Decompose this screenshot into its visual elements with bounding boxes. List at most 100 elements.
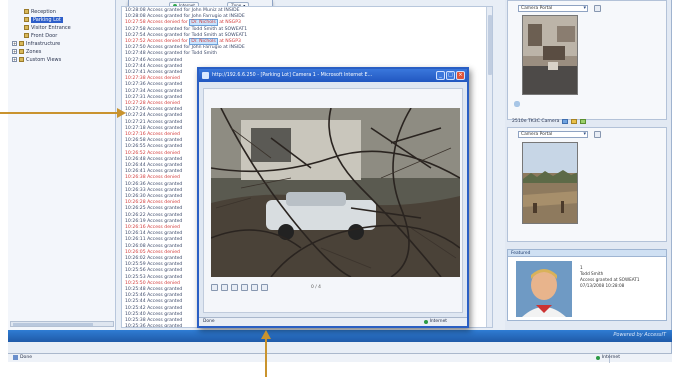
scrollbar-thumb[interactable] <box>488 15 492 75</box>
log-row[interactable]: 10:25:36 Access granted <box>125 324 182 327</box>
log-row[interactable]: 10:26:48 Access granted <box>125 157 182 163</box>
log-row[interactable]: 10:26:19 Access granted <box>125 219 182 225</box>
log-row[interactable]: 10:26:55 Access granted <box>125 144 182 150</box>
log-row[interactable]: 10:25:46 Access granted <box>125 293 182 299</box>
log-row[interactable]: 10:27:54 Access granted for Todd Smith a… <box>125 33 247 39</box>
camera1-select[interactable]: Camera Portal <box>518 5 588 12</box>
log-row[interactable]: 10:27:48 Access granted for Todd Smith <box>125 51 217 57</box>
log-row[interactable]: 10:26:52 Access denied <box>125 151 180 157</box>
folder-icon[interactable] <box>571 118 578 124</box>
log-row[interactable]: 10:25:38 Access granted <box>125 318 182 324</box>
tree-item[interactable]: + Zones <box>12 48 41 55</box>
camera-video-feed[interactable] <box>211 108 460 277</box>
expand-icon[interactable]: + <box>12 49 17 54</box>
camera2-menu-icon[interactable] <box>594 131 601 138</box>
log-row[interactable]: 10:27:16 Access denied <box>125 132 180 138</box>
log-row[interactable]: 10:27:31 Access granted <box>125 95 182 101</box>
log-row[interactable]: 10:26:44 Access granted <box>125 163 182 169</box>
log-row[interactable]: 10:25:59 Access granted <box>125 262 182 268</box>
video-window-titlebar[interactable]: http://192.6.6.250 - [Parking Lot] Camer… <box>199 69 467 82</box>
camera2-select[interactable]: Camera Portal <box>518 131 588 138</box>
log-row[interactable]: 10:26:30 Access granted <box>125 194 182 200</box>
tree-item[interactable]: + Infrastructure <box>12 40 60 47</box>
tree-item[interactable]: Parking Lot <box>24 16 63 23</box>
log-row[interactable]: 10:27:21 Access granted <box>125 120 182 126</box>
log-row[interactable]: 10:27:41 Access granted <box>125 70 182 76</box>
globe-icon <box>423 319 428 324</box>
video-popup-window[interactable]: http://192.6.6.250 - [Parking Lot] Camer… <box>197 67 469 328</box>
log-row[interactable]: 10:26:22 Access granted <box>125 213 182 219</box>
log-row-text: 10:25:40 Access granted <box>125 311 183 317</box>
log-row[interactable]: 10:26:58 Access granted <box>125 138 182 144</box>
tree-item[interactable]: + Custom Views <box>12 56 61 63</box>
log-row[interactable]: 10:26:02 Access granted <box>125 256 182 262</box>
tree-item[interactable]: Front Door <box>24 32 57 39</box>
log-row[interactable]: 10:26:05 Access denied <box>125 250 180 256</box>
log-row[interactable]: 10:27:50 Access granted for John Farrugi… <box>125 45 245 51</box>
log-row-text: 10:25:46 Access granted <box>125 293 183 299</box>
log-row[interactable]: 10:25:53 Access granted <box>125 275 182 281</box>
log-row[interactable]: 10:27:36 Access granted <box>125 82 182 88</box>
callout-arrow-video <box>265 337 267 377</box>
record-icon[interactable] <box>580 118 587 124</box>
log-vertical-scrollbar[interactable] <box>486 7 492 327</box>
log-row[interactable]: 10:27:44 Access granted <box>125 64 182 70</box>
record-icon[interactable] <box>251 284 258 291</box>
camera1-menu-icon[interactable] <box>594 5 601 12</box>
maximize-button[interactable]: □ <box>446 71 455 80</box>
log-row[interactable]: 10:26:08 Access granted <box>125 244 182 250</box>
tree-item[interactable]: Visitor Entrance <box>24 24 71 31</box>
tree-horizontal-scrollbar[interactable] <box>10 321 114 327</box>
log-row[interactable]: 10:25:40 Access granted <box>125 312 182 318</box>
log-row[interactable]: 10:26:16 Access denied <box>125 225 180 231</box>
log-row[interactable]: 10:27:28 Access denied <box>125 101 180 107</box>
log-row[interactable]: 10:25:50 Access denied <box>125 281 180 287</box>
log-row[interactable]: 10:26:14 Access granted <box>125 231 182 237</box>
camera-icon[interactable] <box>562 118 569 124</box>
log-row[interactable]: 10:25:42 Access granted <box>125 306 182 312</box>
camera1-feed[interactable] <box>522 15 578 95</box>
log-row-text: 10:25:38 Access granted <box>125 318 183 323</box>
log-row-highlight[interactable]: Dr. Nichols <box>189 19 218 27</box>
log-row[interactable]: 10:25:56 Access granted <box>125 268 182 274</box>
log-row[interactable]: 10:27:38 Access denied <box>125 76 180 82</box>
tree-item[interactable]: Reception <box>24 8 56 15</box>
video-status-done: Done <box>203 319 215 324</box>
log-row[interactable]: 10:25:48 Access granted <box>125 287 182 293</box>
log-row[interactable]: 10:27:24 Access granted <box>125 113 182 119</box>
log-row[interactable]: 10:27:18 Access granted <box>125 126 182 132</box>
log-row[interactable]: 10:26:41 Access granted <box>125 169 182 175</box>
rewind-icon[interactable] <box>211 284 218 291</box>
log-row[interactable]: 10:27:58 Access granted for Todd Smith a… <box>125 27 247 33</box>
log-row[interactable]: 10:27:26 Access granted <box>125 107 182 113</box>
close-button[interactable]: × <box>456 71 465 80</box>
log-row[interactable]: 10:26:28 Access denied <box>125 200 180 206</box>
log-row[interactable]: 10:26:11 Access granted <box>125 237 182 243</box>
play-icon[interactable] <box>221 284 228 291</box>
status-done-text: Done <box>20 355 33 360</box>
log-row[interactable]: 10:26:36 Access granted <box>125 182 182 188</box>
zoom-out-icon[interactable] <box>514 101 520 107</box>
tree-item-label: Visitor Entrance <box>31 24 71 31</box>
log-row[interactable]: 10:26:33 Access granted <box>125 188 182 194</box>
pause-icon[interactable] <box>231 284 238 291</box>
log-row[interactable]: 10:26:38 Access denied <box>125 175 180 181</box>
log-row-highlight[interactable]: Dr. Nichols <box>189 38 218 45</box>
log-row[interactable]: 10:27:52 Access denied for Dr. Nichols a… <box>125 38 241 45</box>
log-row[interactable]: 10:28:08 Access granted for John Farrugi… <box>125 14 245 20</box>
log-row[interactable]: 10:26:25 Access granted <box>125 206 182 212</box>
stop-icon[interactable] <box>241 284 248 291</box>
fast-forward-icon[interactable] <box>261 284 268 291</box>
log-row[interactable]: 10:28:08 Access granted for John Muniz a… <box>125 8 240 14</box>
expand-icon[interactable]: + <box>12 41 17 46</box>
log-row[interactable]: 10:27:46 Access granted <box>125 58 182 64</box>
status-zone: Internet <box>595 355 620 360</box>
camera2-feed[interactable] <box>522 142 578 224</box>
log-row-text: 10:26:25 Access granted <box>125 206 183 212</box>
expand-icon[interactable]: + <box>12 57 17 62</box>
log-row[interactable]: 10:27:58 Access denied for Dr. Nichols a… <box>125 19 241 27</box>
scrollbar-thumb[interactable] <box>13 323 93 326</box>
minimize-button[interactable]: _ <box>436 71 445 80</box>
log-row[interactable]: 10:27:34 Access granted <box>125 89 182 95</box>
log-row[interactable]: 10:25:44 Access granted <box>125 299 182 305</box>
